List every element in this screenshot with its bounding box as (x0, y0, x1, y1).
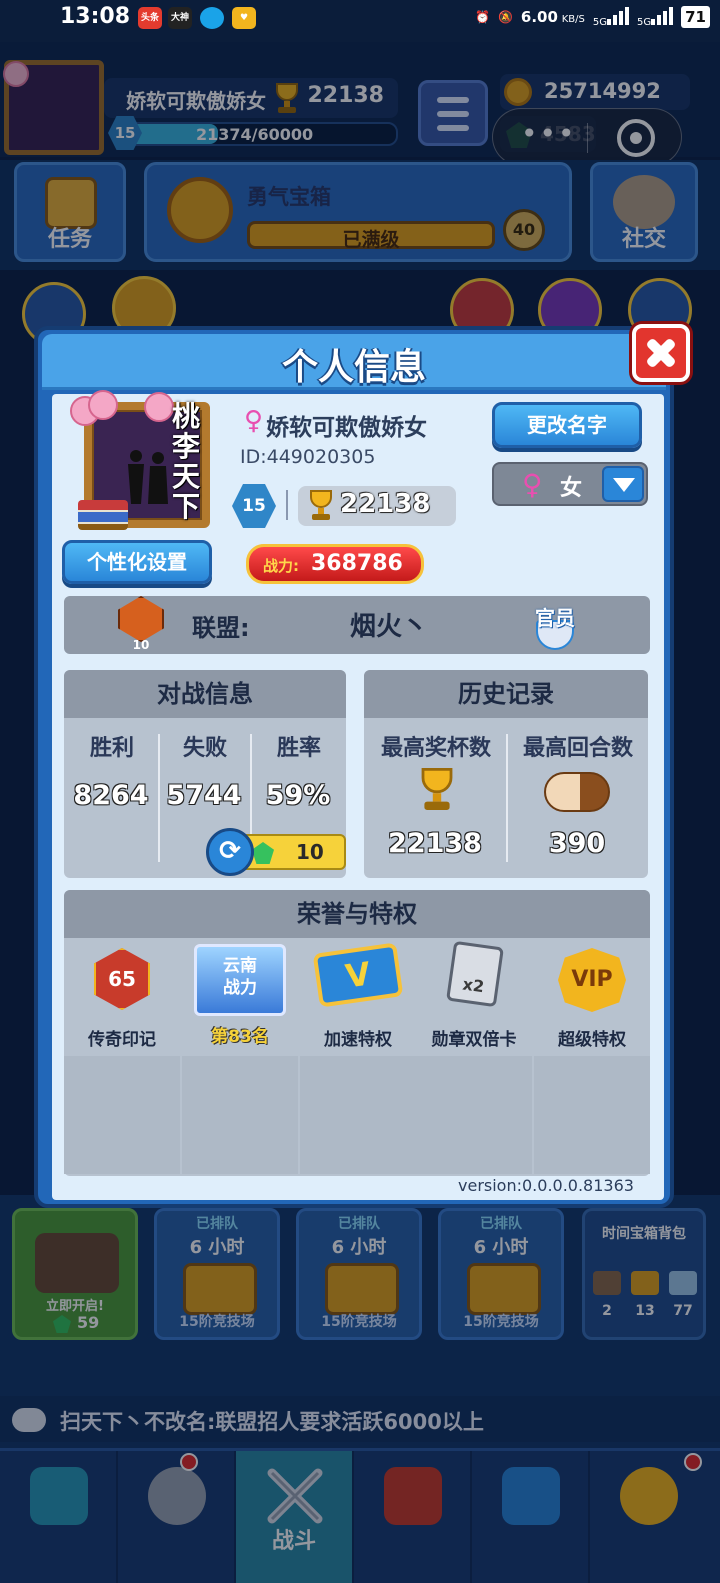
handshake-icon (544, 768, 610, 814)
toutiao-app-icon: 头条 (138, 7, 162, 29)
signal-2: 5G (637, 5, 674, 28)
female-icon: ♀ (244, 406, 264, 436)
honor-title: 荣誉与特权 (64, 890, 650, 938)
honor-super-vip[interactable]: VIP 超级特权 (534, 938, 650, 1054)
heart-app-icon: ♥ (232, 7, 256, 29)
profile-modal: 个人信息 桃李天下 个性化设置 ♀ 娇软可欺傲娇女 ID:449020305 1… (34, 324, 690, 1208)
honor-label: 勋章双倍卡 (431, 1030, 517, 1050)
max-trophies-header: 最高奖杯数 (380, 736, 491, 761)
dashen-app-icon: 大神 (168, 7, 192, 29)
modal-title: 个人信息 (281, 347, 426, 388)
history-title: 历史记录 (364, 670, 648, 718)
alliance-name: 烟火丶 (350, 612, 429, 642)
losses-value: 5744 (166, 780, 242, 811)
status-time: 13:08 (60, 4, 131, 29)
honor-double-medal[interactable]: x2 勋章双倍卡 (416, 938, 532, 1054)
alliance-label: 联盟: (192, 614, 250, 642)
winrate-header: 胜率 (276, 736, 321, 761)
refresh-icon: ⟳ (206, 828, 254, 876)
trophy-icon (306, 490, 336, 520)
legend-badge-icon: 65 (94, 948, 150, 1010)
honor-label: 加速特权 (324, 1030, 392, 1050)
honor-regional-rank[interactable]: 云南 战力 第83名 (182, 938, 298, 1054)
status-right: ⏰ 🔕 6.00 KB/S 5G 5G 71 (475, 5, 710, 28)
battery-indicator: 71 (681, 5, 710, 28)
reset-stats-button[interactable]: 10 ⟳ (206, 828, 346, 876)
frame-calligraphy: 桃李天下 (172, 400, 201, 523)
honor-slot-empty (416, 1056, 532, 1174)
history-panel: 历史记录 最高奖杯数 最高回合数 22138 390 (364, 670, 648, 878)
speed-card-icon: V (312, 942, 404, 1008)
max-rounds-value: 390 (548, 828, 606, 859)
mute-icon: 🔕 (497, 9, 513, 24)
profile-id: ID:449020305 (240, 446, 376, 468)
profile-trophy-value: 22138 (340, 489, 431, 519)
gender-select[interactable]: ♀ 女 (492, 462, 648, 506)
gender-value: 女 (560, 476, 583, 501)
wins-value: 8264 (73, 780, 149, 811)
signal-1: 5G (593, 5, 629, 28)
net-speed: 6.00 KB/S (520, 7, 585, 26)
double-card-icon: x2 (446, 940, 504, 1008)
customize-button[interactable]: 个性化设置 (62, 540, 212, 584)
wins-header: 胜利 (89, 736, 134, 761)
gem-icon (252, 842, 274, 864)
profile-level: 15 (232, 484, 276, 528)
honor-slot-empty (534, 1056, 650, 1174)
alarm-icon: ⏰ (474, 9, 490, 24)
battle-info-title: 对战信息 (64, 670, 346, 718)
version-text: version:0.0.0.0.81363 (458, 1176, 634, 1195)
max-rounds-header: 最高回合数 (522, 736, 633, 761)
honor-slot-empty (182, 1056, 298, 1174)
trophy-icon (416, 768, 458, 810)
honor-slot-empty (64, 1056, 180, 1174)
honor-slot-empty (300, 1056, 416, 1174)
silhouette-figures-icon (128, 450, 168, 504)
vip-icon: VIP (558, 948, 626, 1012)
losses-header: 失败 (182, 736, 227, 761)
blossom-icon (144, 392, 174, 422)
power-value: 368786 (311, 551, 403, 576)
close-button[interactable] (632, 324, 690, 382)
power-label: 战力: (263, 557, 299, 575)
level-badge: 15 (232, 484, 276, 528)
max-trophies-value: 22138 (388, 828, 482, 859)
alliance-row[interactable]: 10 联盟: 烟火丶 官员 (64, 596, 650, 654)
battle-info-panel: 对战信息 胜利 失败 胜率 8264 5744 59% 10 ⟳ (64, 670, 346, 878)
honor-legend-mark[interactable]: 65 传奇印记 (64, 938, 180, 1054)
profile-avatar-frame: 桃李天下 (70, 390, 210, 530)
regional-rank-text: 第83名 (211, 1027, 269, 1047)
signal-bars-icon (651, 5, 674, 25)
honor-label: 传奇印记 (88, 1030, 156, 1050)
books-icon (78, 500, 128, 530)
blossom-icon (88, 390, 118, 420)
honor-label: 超级特权 (558, 1030, 626, 1050)
profile-name: 娇软可欺傲娇女 (266, 415, 427, 441)
alliance-role-badge: 官员 (526, 600, 584, 650)
profile-trophies: 22138 (298, 486, 456, 526)
modal-body: 桃李天下 个性化设置 ♀ 娇软可欺傲娇女 ID:449020305 15 221… (52, 390, 664, 1200)
power-badge: 战力: 368786 (246, 544, 424, 584)
winrate-value: 59% (265, 780, 331, 811)
regional-rank-icon: 云南 战力 (194, 944, 286, 1016)
status-bar: 13:08 头条 大神 ♥ ⏰ 🔕 6.00 KB/S 5G 5G 71 (0, 0, 720, 42)
signal-bars-icon (607, 5, 629, 25)
rename-button[interactable]: 更改名字 (492, 402, 642, 448)
chevron-down-icon[interactable] (602, 466, 644, 502)
honor-speedup[interactable]: V 加速特权 (300, 938, 416, 1054)
honor-panel: 荣誉与特权 65 传奇印记 云南 战力 第83名 V 加速特权 x2 勋章双倍卡 … (64, 890, 650, 1176)
modal-header: 个人信息 (42, 334, 666, 390)
qq-icon (200, 7, 224, 29)
alliance-emblem-icon: 10 (112, 590, 170, 656)
female-icon: ♀ (522, 468, 543, 501)
